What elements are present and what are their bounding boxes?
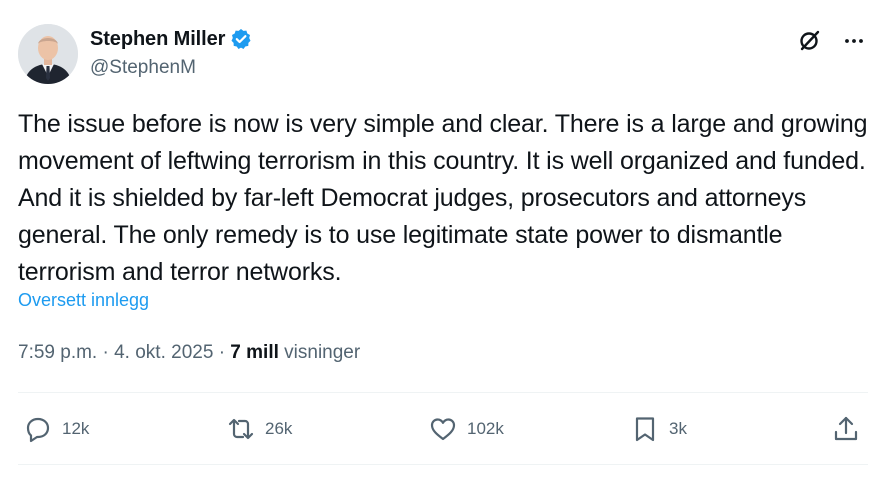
divider (18, 464, 868, 465)
handle[interactable]: @StephenM (90, 57, 252, 79)
heart-icon (427, 413, 459, 445)
author-block: Stephen Miller @StephenM (90, 26, 252, 79)
grok-icon[interactable] (795, 26, 825, 56)
share-icon (830, 413, 862, 445)
bookmark-button[interactable]: 3k (629, 413, 687, 445)
reply-button[interactable]: 12k (22, 413, 89, 445)
reply-icon (22, 413, 54, 445)
more-icon[interactable] (839, 26, 869, 56)
repost-icon (225, 413, 257, 445)
engagement-bar: 12k 26k 102k 3k (22, 413, 868, 447)
share-button[interactable] (830, 413, 862, 445)
tweet-meta: 7:59 p.m. · 4. okt. 2025 · 7 mill visnin… (18, 342, 360, 364)
repost-count: 26k (265, 419, 293, 438)
divider (18, 392, 868, 393)
tweet-time[interactable]: 7:59 p.m. (18, 342, 97, 363)
translate-link[interactable]: Oversett innlegg (18, 290, 149, 311)
tweet-card: Stephen Miller @StephenM The issue befor… (0, 0, 883, 478)
verified-badge-icon (230, 28, 252, 50)
meta-separator: · (218, 342, 226, 363)
display-name[interactable]: Stephen Miller (90, 28, 225, 51)
repost-button[interactable]: 26k (225, 413, 292, 445)
name-row: Stephen Miller (90, 26, 252, 52)
like-button[interactable]: 102k (427, 413, 504, 445)
views-label: visninger (284, 342, 361, 363)
tweet-text: The issue before is now is very simple a… (18, 110, 868, 286)
views-count: 7 mill (230, 342, 279, 363)
bookmark-icon (629, 413, 661, 445)
meta-separator: · (102, 342, 109, 363)
avatar[interactable] (18, 24, 78, 84)
bookmark-count: 3k (669, 419, 687, 438)
reply-count: 12k (62, 419, 90, 438)
like-count: 102k (467, 419, 504, 438)
top-actions (795, 26, 869, 56)
tweet-date[interactable]: 4. okt. 2025 (114, 342, 213, 363)
avatar-image (18, 24, 78, 84)
